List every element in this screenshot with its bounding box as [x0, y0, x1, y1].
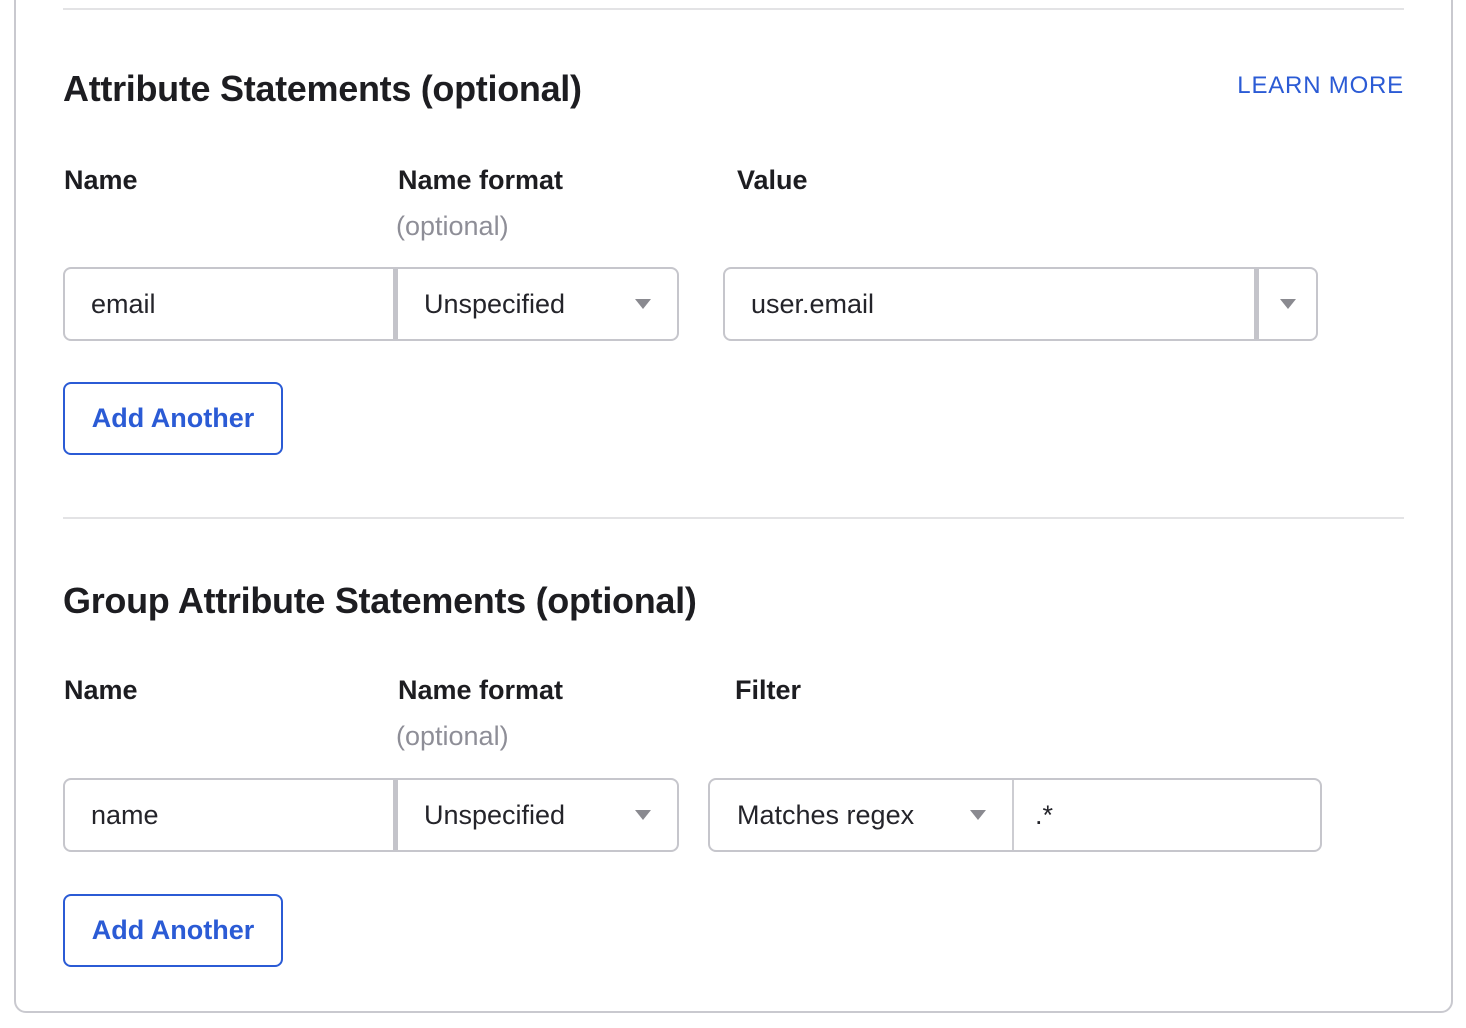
group-attribute-statements-title: Group Attribute Statements (optional) — [63, 580, 697, 622]
dropdown-arrow-icon — [970, 810, 986, 820]
add-another-button-group-attributes[interactable]: Add Another — [63, 894, 283, 967]
attribute-name-cell — [65, 269, 393, 339]
section-divider-middle — [63, 517, 1404, 519]
group-name-input[interactable] — [65, 780, 393, 850]
learn-more-link[interactable]: LEARN MORE — [1237, 72, 1404, 100]
dropdown-arrow-icon — [1280, 299, 1296, 309]
attribute-statements-title: Attribute Statements (optional) — [63, 68, 582, 110]
group-name-format-value: Unspecified — [424, 800, 565, 831]
attribute-value-dropdown-button[interactable] — [1259, 269, 1316, 339]
group-name-format-group: Unspecified — [63, 778, 679, 852]
column-header-group-name-format-optional: (optional) — [396, 721, 509, 752]
filter-operator-value: Matches regex — [737, 800, 914, 831]
attribute-name-format-value: Unspecified — [424, 289, 565, 320]
attribute-name-format-group: Unspecified — [63, 267, 679, 341]
attribute-name-format-select[interactable]: Unspecified — [398, 269, 677, 339]
attribute-value-combo — [723, 267, 1318, 341]
attribute-value-cell — [725, 269, 1254, 339]
settings-card — [14, 0, 1453, 1013]
group-filter-combo: Matches regex — [708, 778, 1322, 852]
attribute-value-input[interactable] — [725, 269, 1254, 339]
column-header-group-name-format: Name format — [398, 675, 563, 706]
filter-value-input[interactable] — [1014, 780, 1320, 850]
column-header-name: Name — [64, 165, 138, 196]
add-another-button-attributes[interactable]: Add Another — [63, 382, 283, 455]
section-divider-top — [63, 8, 1404, 10]
group-name-cell — [65, 780, 393, 850]
dropdown-arrow-icon — [635, 810, 651, 820]
column-header-name-format-optional: (optional) — [396, 211, 509, 242]
filter-operator-select[interactable]: Matches regex — [710, 780, 1012, 850]
column-header-value: Value — [737, 165, 808, 196]
filter-value-cell — [1014, 780, 1320, 850]
column-header-group-name: Name — [64, 675, 138, 706]
dropdown-arrow-icon — [635, 299, 651, 309]
attribute-name-input[interactable] — [65, 269, 393, 339]
group-name-format-select[interactable]: Unspecified — [398, 780, 677, 850]
column-header-name-format: Name format — [398, 165, 563, 196]
column-header-filter: Filter — [735, 675, 801, 706]
